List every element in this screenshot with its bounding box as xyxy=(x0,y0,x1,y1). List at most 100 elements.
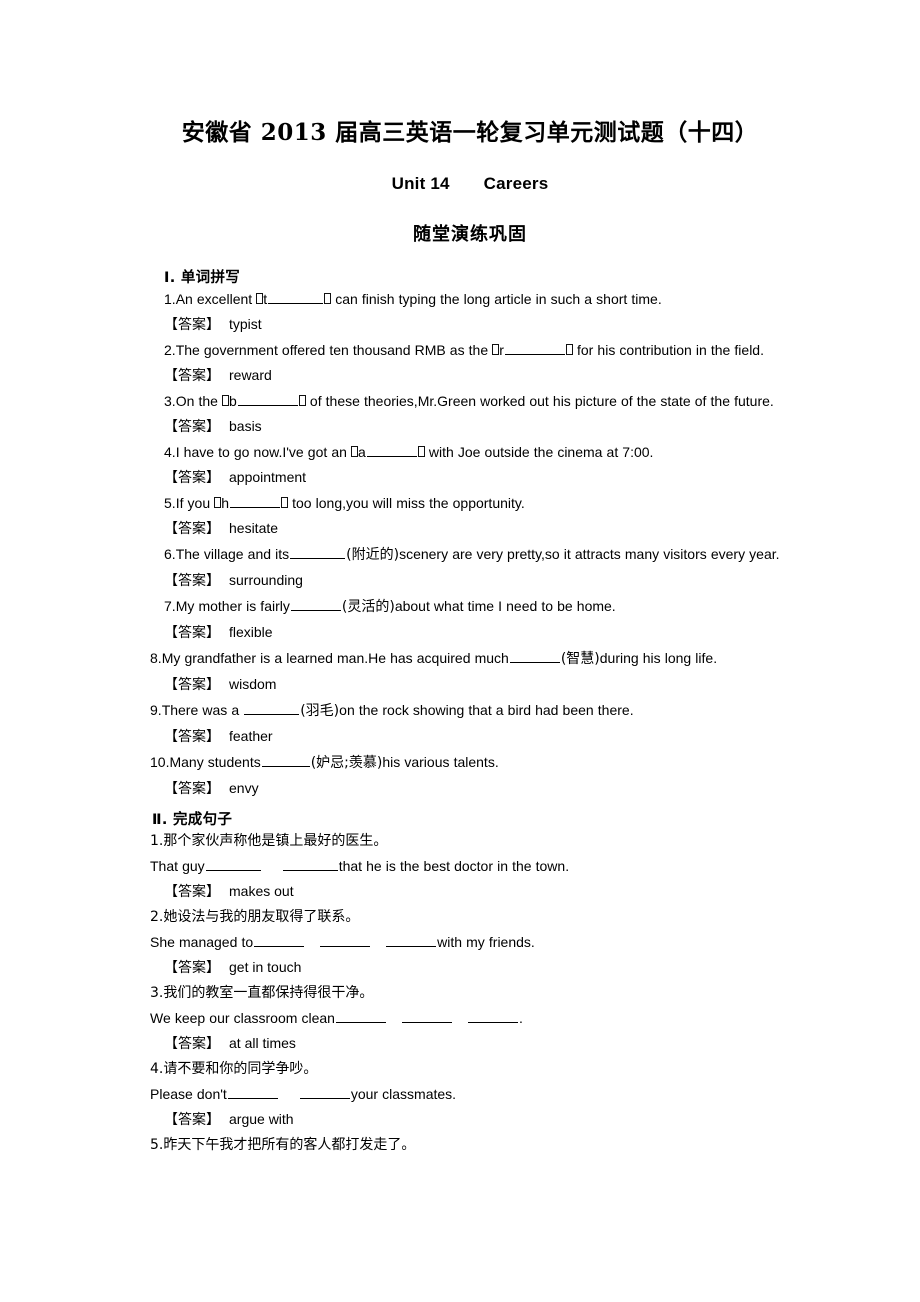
answer-blank xyxy=(254,933,305,947)
item-number: 8. xyxy=(150,650,162,666)
item-text-after: during his long life. xyxy=(599,650,718,666)
answer-label: 【答案】 xyxy=(164,521,220,537)
item-english-before: We keep our classroom clean xyxy=(150,1010,335,1026)
question-item: 2.The government offered ten thousand RM… xyxy=(150,338,790,363)
item-text-before: If you xyxy=(175,495,215,511)
question-chinese: 5.昨天下午我才把所有的客人都打发走了。 xyxy=(150,1133,790,1158)
item-text-before: The government offered ten thousand RMB … xyxy=(175,342,493,358)
item-number: 6. xyxy=(164,546,176,562)
answer-blank xyxy=(335,1009,386,1023)
item-text-after: his various talents. xyxy=(382,754,499,770)
item-number: 2. xyxy=(150,909,164,925)
question-chinese: 4.请不要和你的同学争吵。 xyxy=(150,1057,790,1082)
item-number: 5. xyxy=(150,1137,164,1153)
answer-value: flexible xyxy=(229,624,273,640)
question-item: 8.My grandfather is a learned man.He has… xyxy=(150,646,790,672)
answer-value: appointment xyxy=(229,469,307,485)
document-page: 安徽省 2013 届高三英语一轮复习单元测试题（十四） Unit 14 Caree… xyxy=(0,0,920,1302)
question-item: 10.Many students (妒忌;羡慕)his various talen… xyxy=(150,750,790,776)
item-hint-letter: b xyxy=(229,393,237,409)
item-text-before: There was a xyxy=(161,702,244,718)
answer-label: 【答案】 xyxy=(164,884,220,900)
missing-glyph-box-icon xyxy=(222,395,230,406)
question-chinese: 1.那个家伙声称他是镇上最好的医生。 xyxy=(150,829,790,854)
item-text-before: My mother is fairly xyxy=(175,598,290,614)
answer-value: surrounding xyxy=(229,572,303,588)
item-text-after: can finish typing the long article in su… xyxy=(331,291,662,307)
answer-line: 【答案】 reward xyxy=(150,363,790,389)
unit-topic: Careers xyxy=(483,174,549,193)
answer-blank xyxy=(320,933,371,947)
item-english-after: with my friends. xyxy=(437,934,535,950)
item-number: 1. xyxy=(150,833,164,849)
item-english-after: your classmates. xyxy=(350,1086,457,1102)
answer-label: 【答案】 xyxy=(164,625,220,641)
question-item: 4.I have to go now.I've got an a with Jo… xyxy=(150,440,790,465)
item-number: 3. xyxy=(150,985,164,1001)
answer-label: 【答案】 xyxy=(164,419,220,435)
answer-blank xyxy=(268,290,324,304)
answer-blank xyxy=(386,933,437,947)
item-hint-letter: r xyxy=(499,342,504,358)
question-english: We keep our classroom clean. xyxy=(150,1006,790,1031)
item-english-before: That guy xyxy=(150,858,205,874)
missing-glyph-box-icon xyxy=(492,344,500,355)
answer-blank xyxy=(509,649,560,663)
answer-value: makes out xyxy=(229,883,294,899)
document-body: 安徽省 2013 届高三英语一轮复习单元测试题（十四） Unit 14 Caree… xyxy=(150,0,790,1158)
answer-value: argue with xyxy=(229,1111,294,1127)
missing-glyph-box-icon xyxy=(324,293,332,304)
answer-value: get in touch xyxy=(229,959,302,975)
item-number: 10. xyxy=(150,754,170,770)
item-text-before: I have to go now.I've got an xyxy=(175,444,351,460)
answer-line: 【答案】 appointment xyxy=(150,465,790,491)
answer-line: 【答案】 wisdom xyxy=(150,672,790,698)
answer-blank xyxy=(290,545,346,559)
item-text-before: On the xyxy=(175,393,223,409)
answer-line: 【答案】 hesitate xyxy=(150,516,790,542)
answer-line: 【答案】 basis xyxy=(150,414,790,440)
question-item: 7.My mother is fairly (灵活的)about what tim… xyxy=(150,594,790,620)
part-two-heading: Ⅱ. 完成句子 xyxy=(152,812,233,828)
item-text-before: The village and its xyxy=(175,546,290,562)
answer-blank xyxy=(467,1009,518,1023)
answer-blank xyxy=(282,857,338,871)
answer-line: 【答案】 at all times xyxy=(150,1031,790,1057)
item-chinese-hint: (附近的) xyxy=(346,547,400,563)
item-hint-letter: h xyxy=(221,495,230,511)
missing-glyph-box-icon xyxy=(298,395,306,406)
item-chinese-hint: (灵活的) xyxy=(341,599,395,615)
answer-line: 【答案】 flexible xyxy=(150,620,790,646)
answer-value: feather xyxy=(229,728,273,744)
item-chinese-hint: (羽毛) xyxy=(300,703,340,719)
item-chinese-sentence: 请不要和你的同学争吵。 xyxy=(163,1061,318,1077)
page-title: 安徽省 2013 届高三英语一轮复习单元测试题（十四） xyxy=(181,119,759,146)
answer-label: 【答案】 xyxy=(164,317,220,333)
item-number: 4. xyxy=(164,444,176,460)
unit-heading: Unit 14 Careers xyxy=(150,148,790,194)
answer-blank xyxy=(261,753,310,767)
item-text-after: of these theories,Mr.Green worked out hi… xyxy=(305,393,774,409)
item-text-after: on the rock showing that a bird had been… xyxy=(339,702,634,718)
part-one-heading: Ⅰ. 单词拼写 xyxy=(164,270,241,286)
unit-label: Unit 14 xyxy=(391,174,450,193)
item-text-before: An excellent xyxy=(175,291,257,307)
answer-blank xyxy=(366,443,417,457)
item-chinese-hint: (智慧) xyxy=(560,651,600,667)
question-english: Please don't your classmates. xyxy=(150,1082,790,1107)
answer-label: 【答案】 xyxy=(164,781,220,797)
answer-label: 【答案】 xyxy=(164,960,220,976)
answer-label: 【答案】 xyxy=(164,1036,220,1052)
answer-label: 【答案】 xyxy=(164,470,220,486)
answer-line: 【答案】 typist xyxy=(150,312,790,338)
item-number: 5. xyxy=(164,495,176,511)
answer-value: at all times xyxy=(229,1035,296,1051)
item-text-after: scenery are very pretty,so it attracts m… xyxy=(399,546,780,562)
item-text-after: for his contribution in the field. xyxy=(572,342,764,358)
question-english: She managed to with my friends. xyxy=(150,930,790,955)
item-number: 9. xyxy=(150,702,162,718)
answer-blank xyxy=(227,1085,278,1099)
question-item: 6.The village and its (附近的)scenery are ve… xyxy=(150,542,790,568)
question-item: 3.On the b of these theories,Mr.Green wo… xyxy=(150,389,790,414)
answer-label: 【答案】 xyxy=(164,573,220,589)
